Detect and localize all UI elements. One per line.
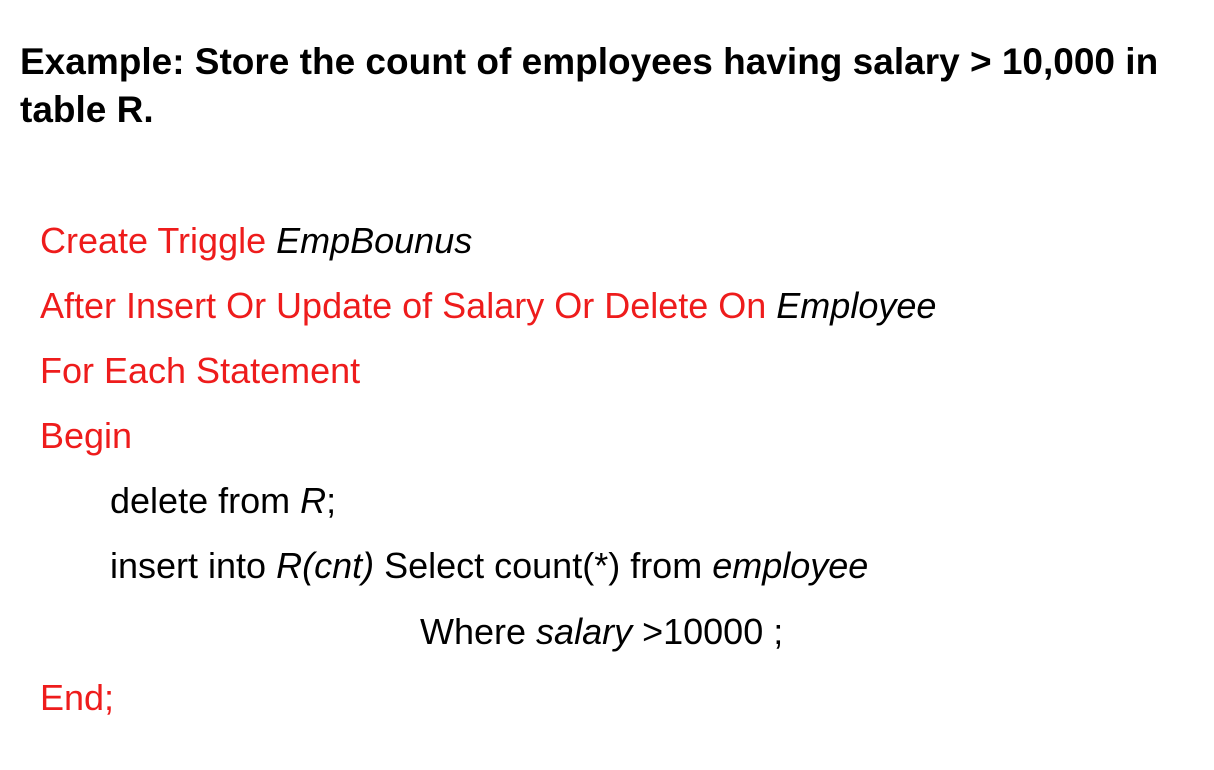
keyword-event: After Insert Or Update of Salary Or Dele… (40, 285, 777, 326)
where-condition: >10000 (632, 611, 764, 652)
keyword-create-trigger: Create Triggle (40, 220, 277, 261)
statement-insert-text: insert into (110, 545, 277, 586)
table-name-employee: Employee (776, 285, 937, 326)
code-line-begin: Begin (40, 414, 132, 458)
statement-delete-text: delete from (110, 480, 301, 521)
where-terminator: ; (763, 611, 784, 652)
code-line-end: End; (40, 676, 114, 720)
code-line-insert: insert into R(cnt) Select count(*) from … (110, 544, 868, 588)
table-name-r: R (300, 480, 327, 521)
code-line-where: Where salary >10000 ; (420, 610, 783, 654)
select-count-text: Select count(*) from (374, 545, 713, 586)
insert-target: R(cnt) (276, 545, 375, 586)
trigger-name: EmpBounus (276, 220, 473, 261)
statement-terminator: ; (326, 480, 337, 521)
code-line-create-trigger: Create Triggle EmpBounus (40, 219, 472, 263)
code-line-granularity: For Each Statement (40, 349, 360, 393)
keyword-end: End; (40, 677, 115, 718)
code-line-event: After Insert Or Update of Salary Or Dele… (40, 284, 936, 328)
slide-heading: Example: Store the count of employees ha… (20, 41, 1159, 130)
where-keyword: Where (420, 611, 537, 652)
keyword-for-each-statement: For Each Statement (40, 350, 361, 391)
keyword-begin: Begin (40, 415, 133, 456)
table-name-employee-lower: employee (712, 545, 869, 586)
code-line-delete: delete from R; (110, 479, 336, 523)
column-salary: salary (536, 611, 633, 652)
